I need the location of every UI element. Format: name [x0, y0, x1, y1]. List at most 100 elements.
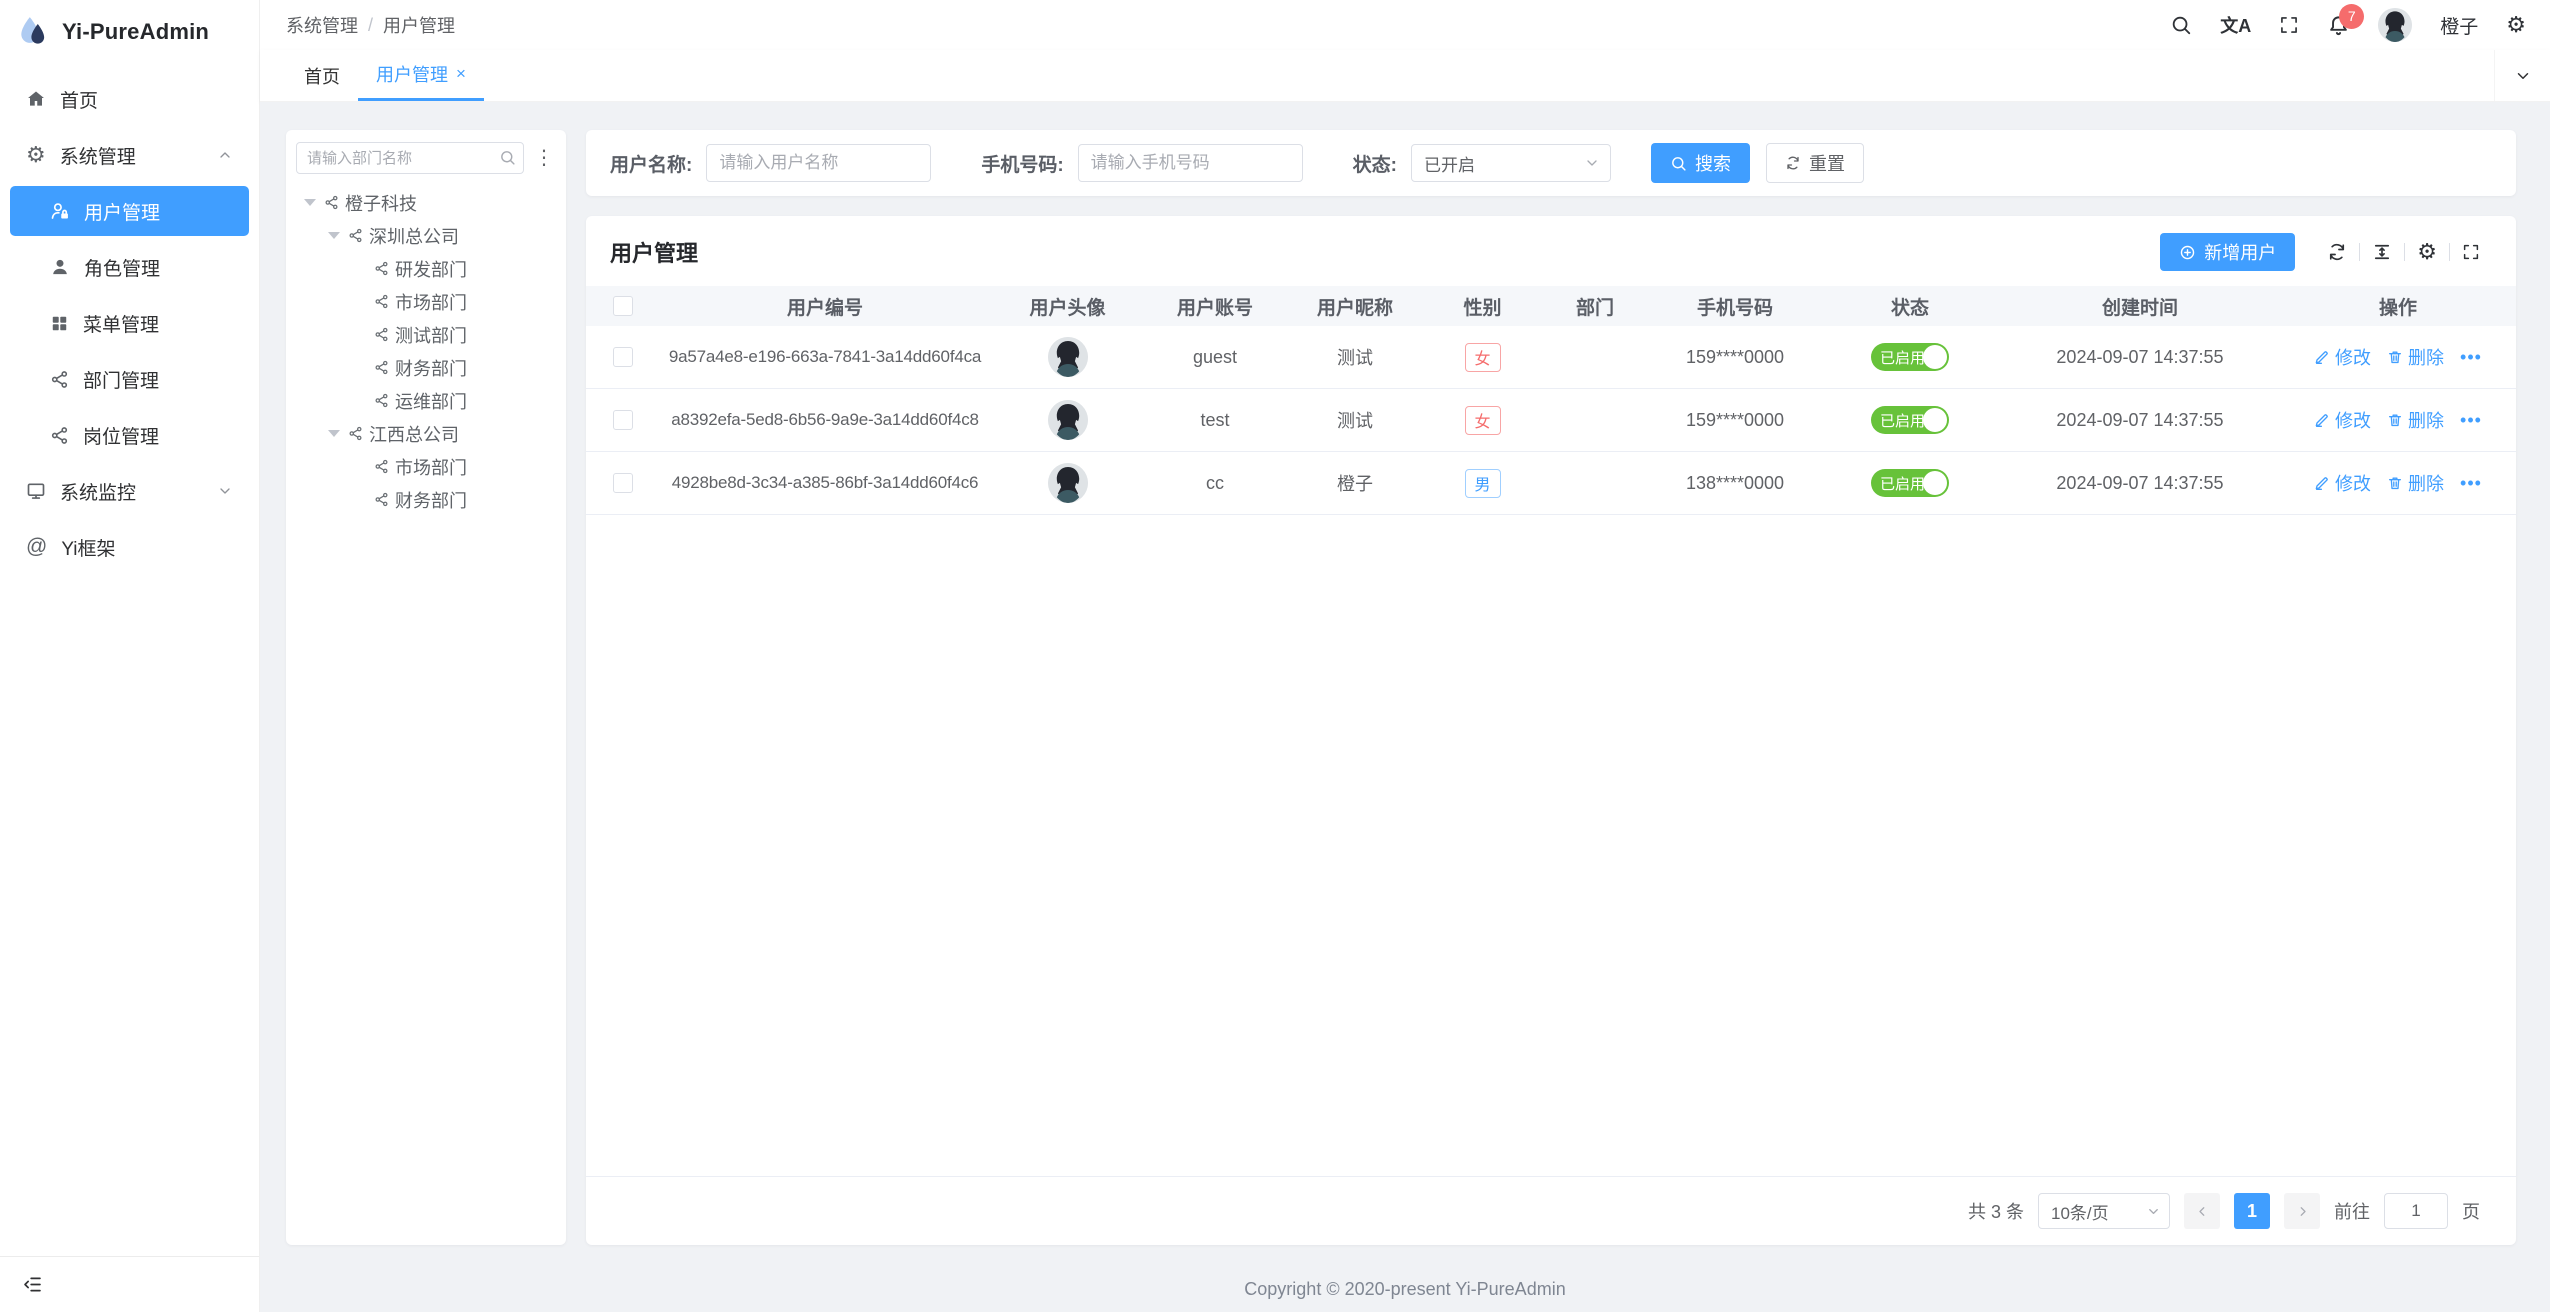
more-actions-button[interactable]: ••• [2460, 410, 2482, 431]
sidebar-item-menus[interactable]: 菜单管理 [10, 298, 249, 348]
column-settings-icon[interactable]: ⚙ [2405, 241, 2449, 263]
caret-down-icon[interactable] [304, 199, 316, 206]
tree-node[interactable]: 市场部门 [296, 450, 556, 483]
close-tab-icon[interactable]: × [456, 64, 466, 84]
tree-node[interactable]: 江西总公司 [296, 417, 556, 450]
status-label: 已启用 [1880, 347, 1925, 368]
edit-button[interactable]: 修改 [2314, 344, 2371, 370]
user-lock-icon [50, 201, 70, 221]
breadcrumb-separator: / [368, 15, 373, 36]
sidebar-item-monitor[interactable]: 系统监控 [10, 466, 249, 516]
row-checkbox[interactable] [613, 347, 633, 367]
breadcrumb-current: 用户管理 [383, 12, 455, 38]
sidebar-menu: 首页 ⚙ 系统管理 用户管理 角色管理 菜单管理 部门管理 岗位管理 [0, 64, 259, 1256]
tree-node[interactable]: 研发部门 [296, 252, 556, 285]
copyright-text: Copyright © 2020-present Yi-PureAdmin [1244, 1279, 1565, 1300]
chevron-down-icon [2146, 1204, 2161, 1219]
goto-page-input[interactable] [2384, 1193, 2448, 1229]
row-density-icon[interactable] [2360, 242, 2404, 262]
sidebar-item-posts[interactable]: 岗位管理 [10, 410, 249, 460]
user-avatar[interactable] [2378, 8, 2412, 42]
more-options-icon[interactable]: ⋮ [532, 148, 556, 168]
column-header: 操作 [2280, 293, 2516, 320]
reset-button[interactable]: 重置 [1766, 143, 1864, 183]
topbar-actions: 文A 7 橙子 ⚙ [2170, 8, 2526, 42]
row-checkbox[interactable] [613, 473, 633, 493]
tree-node-label: 研发部门 [395, 256, 467, 282]
status-toggle[interactable]: 已启用 [1871, 406, 1949, 434]
sidebar-item-roles[interactable]: 角色管理 [10, 242, 249, 292]
status-toggle[interactable]: 已启用 [1871, 343, 1949, 371]
username[interactable]: 橙子 [2440, 12, 2478, 39]
translate-icon[interactable]: 文A [2220, 12, 2251, 38]
sidebar-item-system[interactable]: ⚙ 系统管理 [10, 130, 249, 180]
breadcrumb-parent[interactable]: 系统管理 [286, 12, 358, 38]
more-actions-button[interactable]: ••• [2460, 473, 2482, 494]
fullscreen-icon[interactable] [2279, 15, 2299, 35]
refresh-icon [1785, 155, 1801, 171]
tree-node-label: 江西总公司 [369, 421, 459, 447]
refresh-table-icon[interactable] [2315, 242, 2359, 262]
sidebar-item-users[interactable]: 用户管理 [10, 186, 249, 236]
sidebar-item-framework[interactable]: @ Yi框架 [10, 522, 249, 572]
tab-home[interactable]: 首页 [286, 50, 358, 101]
tab-user-management[interactable]: 用户管理 × [358, 50, 484, 101]
created-time: 2024-09-07 14:37:55 [2000, 473, 2280, 494]
delete-button[interactable]: 删除 [2387, 407, 2444, 433]
table-header-row: 用户编号 用户头像 用户账号 用户昵称 性别 部门 手机号码 状态 创建时间 操… [586, 286, 2516, 326]
notifications-button[interactable]: 7 [2327, 14, 2350, 37]
delete-button[interactable]: 删除 [2387, 344, 2444, 370]
settings-gear-icon[interactable]: ⚙ [2506, 14, 2526, 36]
user-phone: 159****0000 [1650, 410, 1820, 431]
page-footer: Copyright © 2020-present Yi-PureAdmin [260, 1266, 2550, 1312]
fullscreen-table-icon[interactable] [2450, 243, 2492, 261]
search-button[interactable]: 搜索 [1651, 143, 1750, 183]
tree-node[interactable]: 测试部门 [296, 318, 556, 351]
more-actions-button[interactable]: ••• [2460, 347, 2482, 368]
sidebar-footer [0, 1256, 259, 1312]
tree-node[interactable]: 深圳总公司 [296, 219, 556, 252]
department-search-input[interactable] [296, 142, 524, 174]
status-label: 已启用 [1880, 473, 1925, 494]
status-toggle[interactable]: 已启用 [1871, 469, 1949, 497]
prev-page-button[interactable] [2184, 1193, 2220, 1229]
select-all-checkbox[interactable] [613, 296, 633, 316]
gender-tag: 女 [1465, 406, 1501, 435]
status-filter-select[interactable]: 已开启 [1411, 144, 1611, 182]
next-page-button[interactable] [2284, 1193, 2320, 1229]
gear-icon: ⚙ [26, 144, 46, 166]
delete-button[interactable]: 删除 [2387, 470, 2444, 496]
page-size-select[interactable]: 10条/页 [2038, 1193, 2170, 1229]
tabs-menu-button[interactable] [2494, 50, 2550, 101]
app-logo[interactable]: Yi-PureAdmin [0, 0, 259, 64]
pencil-icon [2314, 349, 2330, 365]
dept-icon [348, 426, 363, 441]
user-table-card: 用户管理 新增用户 ⚙ [586, 216, 2516, 1245]
tree-node-label: 深圳总公司 [369, 223, 459, 249]
edit-button[interactable]: 修改 [2314, 470, 2371, 496]
tree-node[interactable]: 财务部门 [296, 351, 556, 384]
collapse-sidebar-icon[interactable] [22, 1274, 43, 1295]
tree-node[interactable]: 橙子科技 [296, 186, 556, 219]
search-icon[interactable] [2170, 14, 2192, 36]
page-number-button[interactable]: 1 [2234, 1193, 2270, 1229]
row-checkbox[interactable] [613, 410, 633, 430]
sidebar-item-departments[interactable]: 部门管理 [10, 354, 249, 404]
status-label: 已启用 [1880, 410, 1925, 431]
tree-node[interactable]: 市场部门 [296, 285, 556, 318]
caret-down-icon[interactable] [328, 430, 340, 437]
edit-button[interactable]: 修改 [2314, 407, 2371, 433]
caret-down-icon[interactable] [328, 232, 340, 239]
tree-node[interactable]: 运维部门 [296, 384, 556, 417]
status-filter-label: 状态: [1353, 150, 1397, 177]
pencil-icon [2314, 475, 2330, 491]
search-icon [499, 149, 516, 166]
sidebar-item-home[interactable]: 首页 [10, 74, 249, 124]
page-size-value: 10条/页 [2051, 1199, 2109, 1224]
username-filter-input[interactable] [706, 144, 931, 182]
tree-node[interactable]: 财务部门 [296, 483, 556, 516]
phone-filter-input[interactable] [1078, 144, 1303, 182]
breadcrumb: 系统管理 / 用户管理 [286, 12, 455, 38]
chevron-up-icon [217, 147, 233, 163]
add-user-button[interactable]: 新增用户 [2160, 233, 2295, 271]
